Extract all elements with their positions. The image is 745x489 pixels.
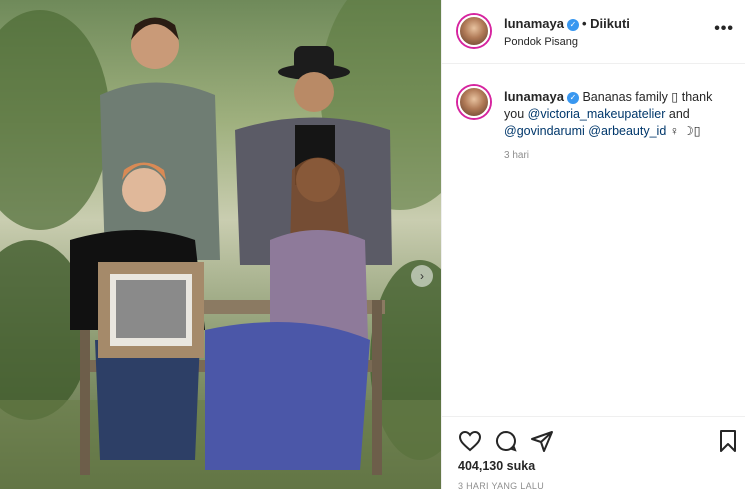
- like-count[interactable]: 404,130 suka: [458, 459, 535, 473]
- bookmark-icon[interactable]: [716, 429, 740, 453]
- post-photo[interactable]: ›: [0, 0, 441, 489]
- heart-icon[interactable]: [458, 429, 482, 453]
- action-bar: 404,130 suka 3 HARI YANG LALU: [442, 416, 745, 489]
- header-username[interactable]: lunamaya ✓: [504, 16, 579, 31]
- post-side-panel: lunamaya ✓ • Diikuti Pondok Pisang ••• lu…: [441, 0, 745, 489]
- caption-username[interactable]: lunamaya: [504, 89, 564, 104]
- more-icon[interactable]: •••: [714, 20, 734, 38]
- post-date[interactable]: 3 HARI YANG LALU: [458, 481, 544, 489]
- mention-link[interactable]: @arbeauty_id: [588, 124, 666, 138]
- post-header: lunamaya ✓ • Diikuti Pondok Pisang •••: [442, 0, 745, 64]
- verified-icon: ✓: [566, 18, 579, 31]
- caption-body-4: ♀ ☽▯: [666, 124, 701, 138]
- mention-link[interactable]: @govindarumi: [504, 124, 585, 138]
- header-username-text[interactable]: lunamaya: [504, 16, 564, 31]
- avatar[interactable]: [458, 15, 490, 47]
- comment-icon[interactable]: [494, 429, 518, 453]
- following-status[interactable]: • Diikuti: [582, 16, 630, 31]
- caption-body-2: and: [665, 107, 690, 121]
- share-icon[interactable]: [530, 429, 554, 453]
- verified-icon: ✓: [566, 91, 579, 104]
- caption-section: lunamaya ✓ Bananas family ▯ thank you @vi…: [442, 64, 745, 416]
- caption-timestamp[interactable]: 3 hari: [504, 150, 529, 161]
- location-link[interactable]: Pondok Pisang: [504, 36, 578, 48]
- mention-link[interactable]: @victoria_makeupatelier: [528, 107, 666, 121]
- caption-text: lunamaya ✓ Bananas family ▯ thank you @vi…: [504, 88, 734, 140]
- caption-avatar[interactable]: [458, 86, 490, 118]
- photo-illustration: [0, 0, 441, 489]
- chevron-right-icon[interactable]: ›: [411, 265, 433, 287]
